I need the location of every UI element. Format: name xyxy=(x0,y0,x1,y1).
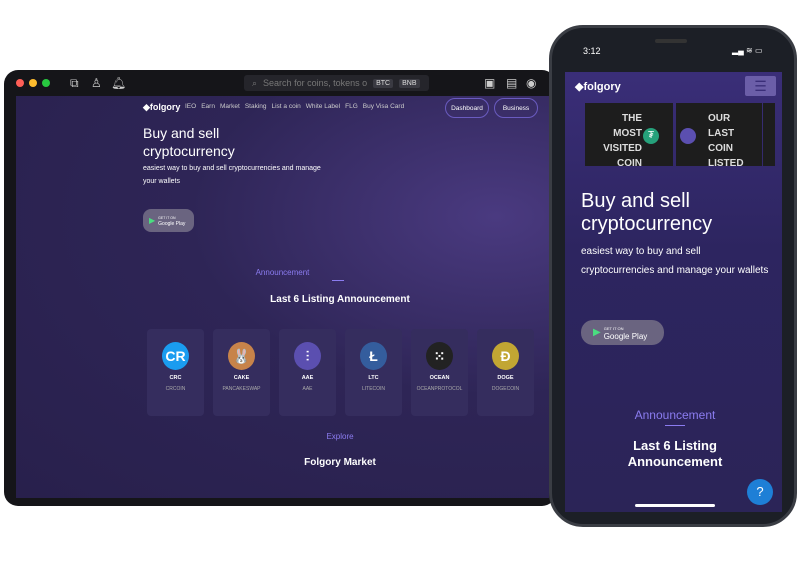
nav-buy-visa-card[interactable]: Buy Visa Card xyxy=(363,103,404,110)
coin-name: LITECOIN xyxy=(361,386,386,392)
coin-card[interactable]: ⁙ OCEAN OCEANPROTOCOL xyxy=(411,329,468,416)
nav-list-a-coin[interactable]: List a coin xyxy=(272,103,301,110)
coin-card[interactable]: ⫶ AAE AAE xyxy=(279,329,336,416)
play-store-icon: ▶ xyxy=(149,216,156,225)
help-icon[interactable]: ? xyxy=(747,479,773,505)
mobile-hero-title: Buy and sell cryptocurrency xyxy=(581,190,713,235)
hero-title: Buy and sell cryptocurrency xyxy=(143,125,235,159)
minimize-dot[interactable] xyxy=(29,79,37,87)
mobile-webpage: ◆folgory ☰ THE MOST VISITED COIN ₮ OUR L… xyxy=(565,72,782,512)
maximize-dot[interactable] xyxy=(42,79,50,87)
nav-earn[interactable]: Earn xyxy=(201,103,215,110)
search-placeholder: Search for coins, tokens o xyxy=(263,78,368,88)
tether-icon: ₮ xyxy=(643,128,659,144)
coin-card[interactable]: CR CRC CRCOIN xyxy=(147,329,204,416)
announcement-label: Announcement xyxy=(255,268,310,277)
nav-ieo[interactable]: IEO xyxy=(185,103,196,110)
receipt-icon[interactable]: ▤ xyxy=(506,76,517,90)
nav-market[interactable]: Market xyxy=(220,103,240,110)
coin-card[interactable]: Ð DOGE DOGECOIN xyxy=(477,329,534,416)
coin-icon: ⁙ xyxy=(426,342,453,370)
business-button[interactable]: Business xyxy=(494,98,538,118)
play-store-icon: ▶ xyxy=(593,327,601,338)
coin-icon: ⫶ xyxy=(294,342,321,370)
alarm-icon[interactable]: ♙ xyxy=(91,76,102,90)
coin-name: DOGECOIN xyxy=(491,386,520,392)
home-indicator xyxy=(635,504,715,507)
main-nav: IEO Earn Market Staking List a coin Whit… xyxy=(185,103,404,110)
nav-staking[interactable]: Staking xyxy=(245,103,267,110)
explore-label: Explore xyxy=(326,432,354,441)
coin-icon: Ł xyxy=(360,342,387,370)
coin-card[interactable]: Ł LTC LITECOIN xyxy=(345,329,402,416)
coin-name: OCEANPROTOCOL xyxy=(416,386,463,392)
market-title: Folgory Market xyxy=(304,457,376,468)
hamburger-menu-icon[interactable]: ☰ xyxy=(745,76,776,96)
coin-icon: 🐰 xyxy=(228,342,255,370)
speaker xyxy=(655,39,687,43)
laptop-mockup: ⧉ ♙ 🔔︎ ⌕ Search for coins, tokens o BTC … xyxy=(4,70,556,506)
coin-cards: CR CRC CRCOIN 🐰 CAKE PANCAKESWAP ⫶ AAE AAE Ł LTC LI… xyxy=(147,329,534,416)
coin-symbol: AAE xyxy=(301,375,314,381)
phone-mockup: 3:12 ▂▄ ≋ ▭ ◆folgory ☰ THE MOST VISITED … xyxy=(549,25,797,527)
coin-name: AAE xyxy=(302,386,313,392)
logo[interactable]: ◆folgory xyxy=(143,102,180,113)
coin-name: PANCAKESWAP xyxy=(222,386,261,392)
listing-title: Last 6 Listing Announcement xyxy=(270,294,410,305)
coin-symbol: DOGE xyxy=(497,375,514,381)
search-input[interactable]: ⌕ Search for coins, tokens o BTC BNB xyxy=(244,75,429,91)
banner-most-visited[interactable]: THE MOST VISITED COIN xyxy=(585,103,673,169)
status-time: 3:12 xyxy=(583,46,601,56)
coin-symbol: CRC xyxy=(169,375,182,381)
account-icon[interactable]: ◉ xyxy=(526,76,536,90)
desktop-webpage: ◆folgory IEO Earn Market Staking List a … xyxy=(16,96,549,498)
coin-name: CRCOIN xyxy=(165,386,186,392)
nav-flg[interactable]: FLG xyxy=(345,103,358,110)
coin-icon: CR xyxy=(162,342,189,370)
search-icon: ⌕ xyxy=(252,77,258,88)
hero-subtitle: easiest way to buy and sell cryptocurren… xyxy=(143,165,321,185)
coin-icon: Ð xyxy=(492,342,519,370)
coin-card[interactable]: 🐰 CAKE PANCAKESWAP xyxy=(213,329,270,416)
google-play-button[interactable]: ▶ GET IT ON Google Play xyxy=(143,209,194,232)
tag-btc[interactable]: BTC xyxy=(373,78,394,88)
mobile-hero-subtitle: easiest way to buy and sell cryptocurren… xyxy=(581,246,769,276)
coin-symbol: CAKE xyxy=(233,375,250,381)
dashboard-button[interactable]: Dashboard xyxy=(445,98,489,118)
bell-icon[interactable]: 🔔︎ xyxy=(111,76,126,90)
mobile-logo[interactable]: ◆folgory xyxy=(575,80,621,93)
mobile-google-play-button[interactable]: ▶ GET IT ON Google Play xyxy=(581,320,664,345)
wallet-icon[interactable]: ▣ xyxy=(484,76,495,90)
nav-white-label[interactable]: White Label xyxy=(306,103,340,110)
divider xyxy=(332,280,344,281)
aae-coin-icon xyxy=(680,128,696,144)
coin-symbol: LTC xyxy=(368,375,379,381)
coin-symbol: OCEAN xyxy=(429,375,450,381)
picture-in-picture-icon[interactable]: ⧉ xyxy=(70,76,79,91)
mobile-announcement-label: Announcement xyxy=(634,408,716,422)
mobile-listing-title: Last 6 Listing Announcement xyxy=(627,438,723,469)
banner-partial[interactable] xyxy=(763,103,775,166)
tag-bnb[interactable]: BNB xyxy=(399,78,420,88)
divider xyxy=(665,425,685,426)
browser-toolbar: ⧉ ♙ 🔔︎ ⌕ Search for coins, tokens o BTC … xyxy=(4,70,556,96)
close-dot[interactable] xyxy=(16,79,24,87)
status-icons: ▂▄ ≋ ▭ xyxy=(732,46,763,55)
